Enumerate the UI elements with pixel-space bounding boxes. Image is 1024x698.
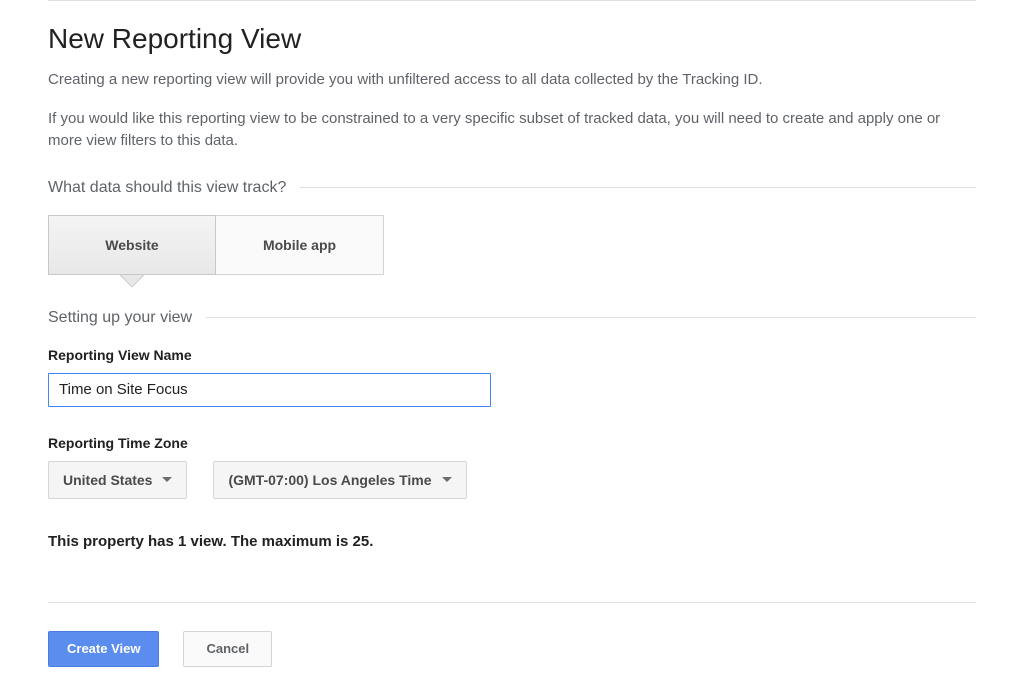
- top-divider: [48, 0, 976, 1]
- timezone-select[interactable]: (GMT-07:00) Los Angeles Time: [213, 461, 466, 499]
- setup-section-rule: [206, 317, 976, 318]
- intro-paragraph-2: If you would like this reporting view to…: [48, 108, 976, 153]
- intro-paragraph-1: Creating a new reporting view will provi…: [48, 69, 976, 92]
- track-section-header: What data should this view track?: [48, 179, 976, 197]
- setup-section-header: Setting up your view: [48, 309, 976, 327]
- cancel-button[interactable]: Cancel: [183, 631, 272, 667]
- caret-down-icon: [162, 477, 172, 482]
- toggle-website[interactable]: Website: [48, 215, 216, 275]
- track-section-label: What data should this view track?: [48, 179, 300, 197]
- view-count-notice: This property has 1 view. The maximum is…: [48, 533, 976, 550]
- bottom-divider: [48, 602, 976, 603]
- track-section-rule: [300, 187, 976, 188]
- country-select-value: United States: [63, 472, 152, 488]
- toggle-mobile-label: Mobile app: [263, 237, 336, 253]
- setup-section-label: Setting up your view: [48, 309, 206, 327]
- view-name-label: Reporting View Name: [48, 347, 976, 363]
- page-title: New Reporting View: [48, 23, 976, 55]
- toggle-mobile-app[interactable]: Mobile app: [216, 215, 384, 275]
- toggle-website-label: Website: [105, 237, 158, 253]
- action-bar: Create View Cancel: [48, 631, 976, 697]
- caret-down-icon: [442, 477, 452, 482]
- create-view-button[interactable]: Create View: [48, 631, 159, 667]
- view-name-input[interactable]: [48, 373, 491, 407]
- timezone-select-value: (GMT-07:00) Los Angeles Time: [228, 472, 431, 488]
- data-type-toggle: Website Mobile app: [48, 215, 976, 275]
- country-select[interactable]: United States: [48, 461, 187, 499]
- timezone-label: Reporting Time Zone: [48, 435, 976, 451]
